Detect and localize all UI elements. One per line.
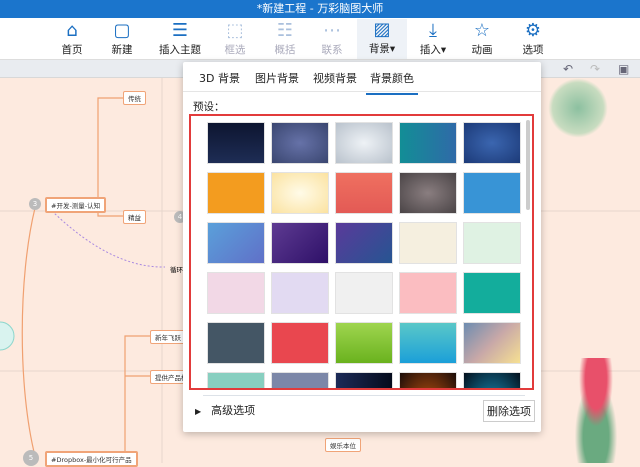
node-badge: 3 <box>29 198 41 210</box>
redo-icon[interactable]: ↷ <box>590 62 600 76</box>
color-swatch[interactable] <box>271 322 329 364</box>
mindmap-node[interactable]: 新年飞跃 <box>150 330 186 344</box>
color-swatch[interactable] <box>399 172 457 214</box>
triangle-right-icon: ▶ <box>195 407 202 416</box>
cactus-flower-decoration <box>566 358 626 463</box>
color-swatch[interactable] <box>335 222 393 264</box>
toolbar-button-insert[interactable]: ⤓ 插入▾ <box>408 20 458 57</box>
insert-icon: ⤓ <box>429 20 437 41</box>
color-swatch[interactable] <box>399 272 457 314</box>
color-swatch[interactable] <box>463 372 521 388</box>
toolbar-button-settings[interactable]: ⚙ 选项 <box>508 20 558 57</box>
color-swatch[interactable] <box>399 372 457 388</box>
color-swatch[interactable] <box>463 322 521 364</box>
color-swatch[interactable] <box>271 272 329 314</box>
color-swatch[interactable] <box>399 222 457 264</box>
background-panel: 3D 背景 图片背景 视频背景 背景颜色 预设： ▶ 高级选项 删除选项 <box>183 62 541 432</box>
toolbar-button-insert-topic[interactable]: ☰ 插入主题 <box>150 20 210 57</box>
tab-3d-background[interactable]: 3D 背景 <box>199 70 240 86</box>
toolbar-button-home[interactable]: ⌂ 首页 <box>47 20 97 57</box>
toolbar-button-label: 联系 <box>321 44 343 56</box>
preset-label: 预设： <box>193 101 225 113</box>
mindmap-node[interactable]: #Dropbox-最小化可行产品 <box>45 451 138 467</box>
mindmap-node[interactable]: 精益 <box>123 210 146 224</box>
mindmap-node[interactable]: #开发-测量-认知 <box>45 197 107 213</box>
advanced-options-label: 高级选项 <box>211 404 256 417</box>
settings-icon: ⚙ <box>524 20 542 41</box>
toolbar-button-summary[interactable]: ☷ 概括 <box>260 20 310 57</box>
mindmap-node[interactable]: 传统 <box>123 91 146 105</box>
color-swatch[interactable] <box>463 222 521 264</box>
toolbar-button-label: 背景▾ <box>368 43 396 55</box>
color-swatch[interactable] <box>271 372 329 388</box>
color-swatch[interactable] <box>335 372 393 388</box>
toolbar-button-label: 插入主题 <box>159 44 201 56</box>
color-swatch[interactable] <box>207 122 265 164</box>
home-icon: ⌂ <box>66 20 78 41</box>
node-badge: 5 <box>23 450 39 466</box>
toolbar-button-new-file[interactable]: ▢ 新建 <box>97 20 147 57</box>
divider <box>203 395 525 396</box>
advanced-options-toggle[interactable]: ▶ 高级选项 <box>195 402 255 418</box>
toolbar-button-animation[interactable]: ☆ 动画 <box>457 20 507 57</box>
toolbar-button-label: 插入▾ <box>419 44 447 56</box>
color-swatch[interactable] <box>271 172 329 214</box>
scrollbar[interactable] <box>526 120 530 210</box>
color-swatch[interactable] <box>271 222 329 264</box>
color-swatch[interactable] <box>207 222 265 264</box>
main-toolbar: ⌂ 首页 ▢ 新建 ☰ 插入主题 ⬚ 框选 ☷ 概括 ⋯ 联系 ▨ 背景▾ ⤓ 插入▾ ☆ 动画 ⚙ 选项 <box>0 18 640 60</box>
tab-background-color[interactable]: 背景颜色 <box>366 70 418 95</box>
color-swatch[interactable] <box>463 172 521 214</box>
relation-label: 循环 <box>170 266 183 274</box>
color-swatch[interactable] <box>335 172 393 214</box>
color-swatch[interactable] <box>207 322 265 364</box>
toolbar-button-label: 首页 <box>61 44 83 56</box>
camera-icon[interactable]: ▣ <box>618 62 629 76</box>
color-swatch[interactable] <box>207 172 265 214</box>
color-swatch[interactable] <box>399 122 457 164</box>
insert-topic-icon: ☰ <box>171 20 189 41</box>
toolbar-button-relation[interactable]: ⋯ 联系 <box>307 20 357 57</box>
toolbar-button-label: 选项 <box>522 44 544 56</box>
color-swatch[interactable] <box>271 122 329 164</box>
toolbar-button-label: 新建 <box>111 44 133 56</box>
color-swatch[interactable] <box>399 322 457 364</box>
undo-icon[interactable]: ↶ <box>563 62 573 76</box>
mindmap-node[interactable]: 娱乐本位 <box>325 438 361 452</box>
color-swatch[interactable] <box>463 272 521 314</box>
animation-icon: ☆ <box>473 20 491 41</box>
preset-swatch-list <box>189 114 534 390</box>
new-file-icon: ▢ <box>113 20 131 41</box>
tab-video-background[interactable]: 视频背景 <box>313 70 357 86</box>
summary-icon: ☷ <box>276 20 294 41</box>
box-select-icon: ⬚ <box>226 20 244 41</box>
color-swatch[interactable] <box>207 272 265 314</box>
toolbar-button-label: 动画 <box>471 44 493 56</box>
color-swatch[interactable] <box>335 272 393 314</box>
toolbar-button-box-select[interactable]: ⬚ 框选 <box>210 20 260 57</box>
color-swatch[interactable] <box>207 372 265 388</box>
toolbar-button-label: 框选 <box>224 44 246 56</box>
cactus-decoration <box>548 78 608 138</box>
delete-option-button[interactable]: 删除选项 <box>483 400 535 422</box>
toolbar-button-background[interactable]: ▨ 背景▾ <box>357 19 407 59</box>
tab-image-background[interactable]: 图片背景 <box>255 70 299 86</box>
background-icon: ▨ <box>373 19 391 40</box>
background-tabs: 3D 背景 图片背景 视频背景 背景颜色 <box>183 62 541 95</box>
relation-icon: ⋯ <box>323 20 341 41</box>
toolbar-button-label: 概括 <box>274 44 296 56</box>
color-swatch[interactable] <box>335 122 393 164</box>
title-bar: *新建工程 - 万彩脑图大师 <box>0 0 640 18</box>
color-swatch[interactable] <box>463 122 521 164</box>
color-swatch[interactable] <box>335 322 393 364</box>
